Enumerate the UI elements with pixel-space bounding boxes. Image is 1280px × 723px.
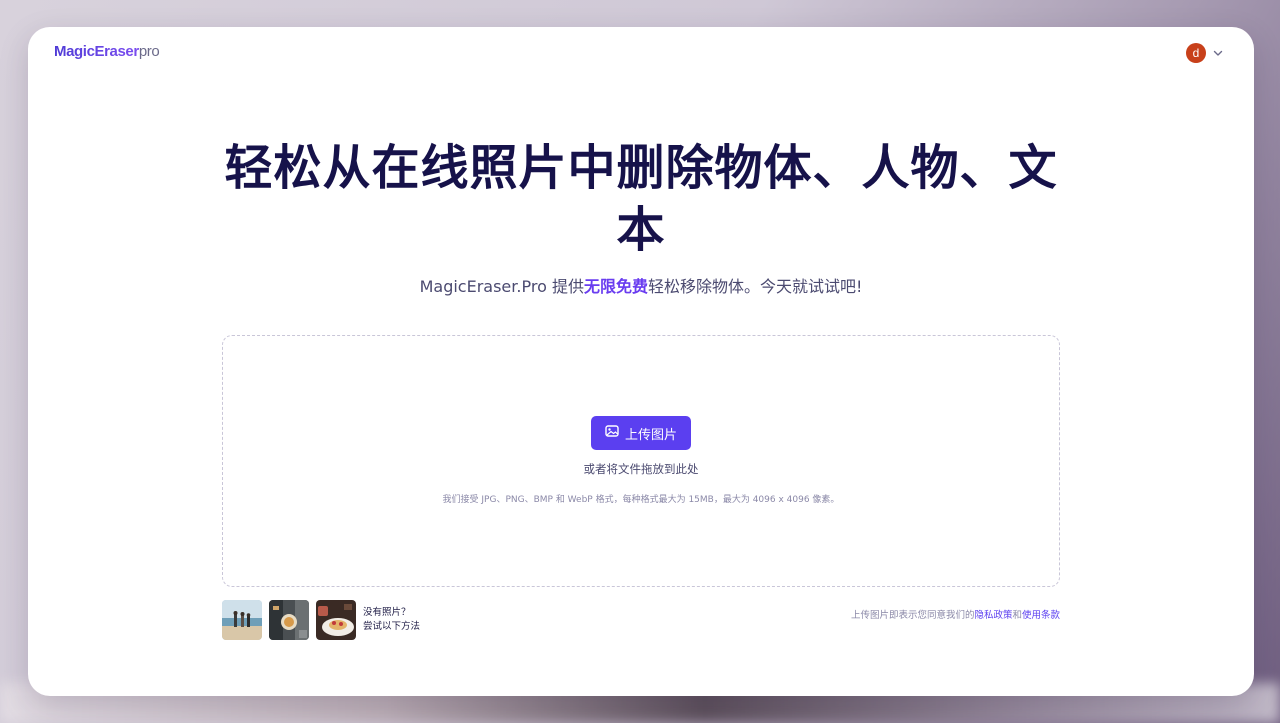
upload-dropzone[interactable]: 上传图片 或者将文件拖放到此处 我们接受 JPG、PNG、BMP 和 WebP … — [222, 335, 1060, 587]
subtitle-prefix: MagicEraser.Pro 提供 — [419, 277, 584, 296]
avatar[interactable]: d — [1186, 43, 1206, 63]
sample-prompt-line2: 尝试以下方法 — [363, 621, 421, 632]
terms-of-use-link[interactable]: 使用条款 — [1022, 610, 1060, 621]
sample-prompt: 没有照片？ 尝试以下方法 — [363, 606, 420, 634]
page-subtitle: MagicEraser.Pro 提供无限免费轻松移除物体。今天就试试吧! — [28, 273, 1254, 297]
sample-thumb-beach[interactable] — [222, 600, 262, 640]
legal-prefix: 上传图片即表示您同意我们的 — [850, 610, 975, 621]
image-icon — [605, 424, 619, 442]
logo-main: MagicEraser — [54, 43, 139, 60]
sample-thumb-food[interactable] — [316, 600, 356, 640]
sample-images: 没有照片？ 尝试以下方法 — [222, 600, 420, 640]
legal-notice: 上传图片即表示您同意我们的隐私政策和使用条款 — [851, 607, 1060, 621]
upload-image-button[interactable]: 上传图片 — [591, 416, 691, 450]
account-menu[interactable]: d — [1186, 43, 1224, 63]
privacy-policy-link[interactable]: 隐私政策 — [974, 610, 1012, 621]
formats-note: 我们接受 JPG、PNG、BMP 和 WebP 格式，每种格式最大为 15MB，… — [442, 495, 840, 505]
page-title: 轻松从在线照片中删除物体、人物、文本 — [224, 140, 1058, 258]
drop-hint: 或者将文件拖放到此处 — [583, 462, 699, 476]
upload-button-label: 上传图片 — [624, 427, 677, 443]
chevron-down-icon[interactable] — [1212, 47, 1224, 59]
logo[interactable]: MagicEraser pro — [54, 43, 160, 60]
sample-prompt-line1: 没有照片？ — [363, 607, 411, 618]
subtitle-suffix: 轻松移除物体。今天就试试吧! — [647, 277, 863, 296]
browser-window: MagicEraser pro d 轻松从在线照片中删除物体、人物、文本 Mag… — [28, 27, 1254, 696]
legal-joiner: 和 — [1012, 610, 1022, 621]
logo-suffix: pro — [138, 43, 160, 60]
sample-thumb-street[interactable] — [269, 600, 309, 640]
subtitle-highlight: 无限免费 — [583, 277, 648, 296]
